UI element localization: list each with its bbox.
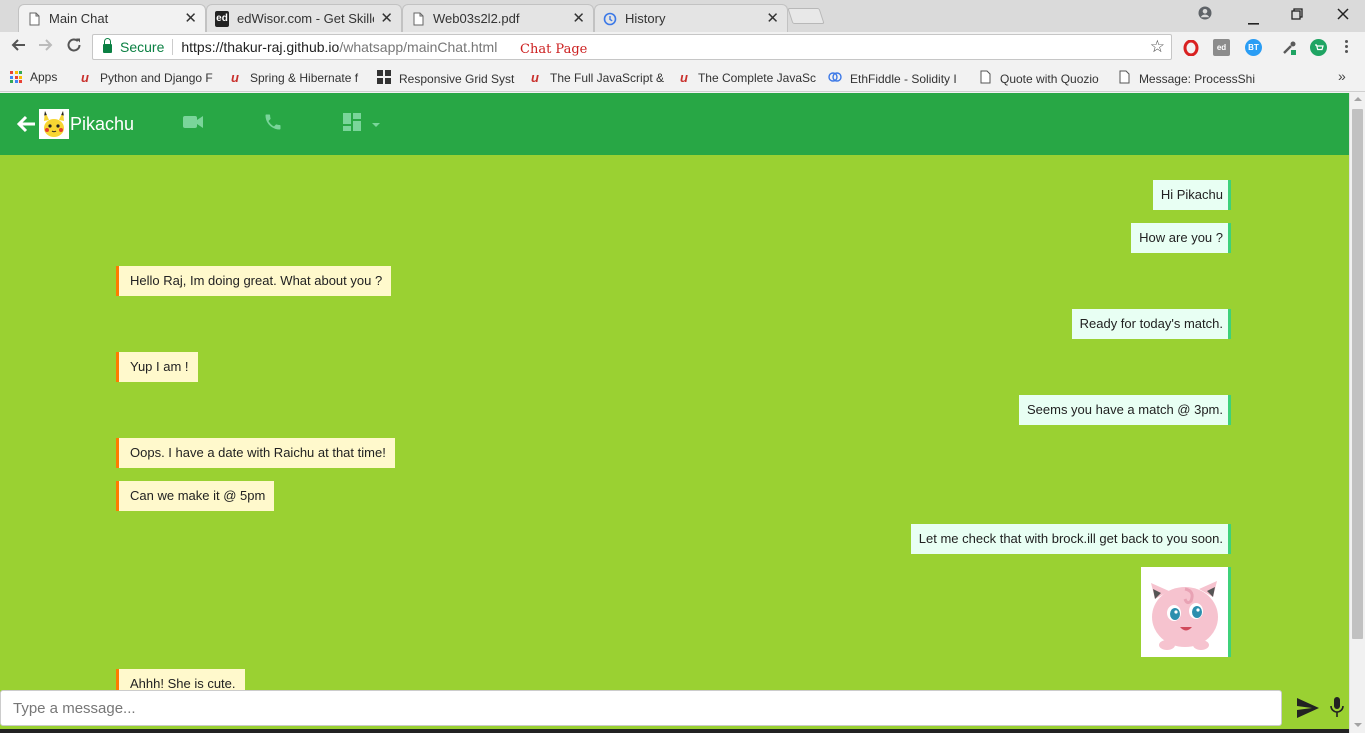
message-composer [0,690,1349,733]
browser-toolbar: Secure https://thakur-raj.github.io/what… [0,32,1365,63]
bookmarks-bar: Apps u Python and Django F u Spring & Hi… [0,63,1365,92]
chat-page: Pikachu Hi Pikachu How are you ? Hello R… [0,93,1349,733]
bookmark-label: EthFiddle - Solidity I [850,71,957,86]
close-tab-icon[interactable]: ✕ [184,11,197,26]
page-icon [411,11,425,27]
bookmark-python-django[interactable]: u Python and Django F [78,70,214,85]
bookmark-responsive-grid[interactable]: Responsive Grid Syst [377,70,515,87]
cart-ext-icon[interactable] [1310,39,1327,56]
microphone-icon[interactable] [1330,697,1344,724]
bookmark-label: Spring & Hibernate f [250,70,359,85]
url-host: https://thakur-raj.github.io [181,39,340,55]
bookmark-complete-javascript[interactable]: u The Complete JavaSc [678,70,816,85]
tab-edwisor[interactable]: ed edWisor.com - Get Skilled ✕ [206,4,402,32]
udemy-icon: u [81,70,89,85]
bookmark-label: The Full JavaScript & [550,70,665,85]
outgoing-message: Seems you have a match @ 3pm. [1018,395,1231,425]
browser-tab-strip: Main Chat ✕ ed edWisor.com - Get Skilled… [0,0,1365,32]
incoming-message: Hello Raj, Im doing great. What about yo… [116,266,392,296]
outgoing-message: How are you ? [1131,223,1231,253]
message-list: Hi Pikachu How are you ? Hello Raj, Im d… [0,155,1349,699]
scroll-thumb[interactable] [1352,109,1363,639]
apps-grid-icon [10,71,22,83]
contact-name: Pikachu [70,114,135,134]
tab-pdf[interactable]: Web03s2l2.pdf ✕ [402,4,594,32]
bookmark-label: Python and Django F [100,70,213,85]
page-icon [27,11,41,27]
bookmark-label: Apps [30,70,58,84]
restore-icon[interactable] [1291,7,1303,24]
back-arrow-icon[interactable] [15,113,39,135]
tab-title: History [625,11,666,26]
message-input[interactable] [0,690,1282,726]
secure-label: Secure [120,39,165,55]
page-icon [978,70,992,87]
back-icon[interactable] [10,37,26,58]
bookmark-label: The Complete JavaSc [697,70,816,85]
minimize-icon[interactable] [1248,12,1259,29]
tab-history[interactable]: History ✕ [594,4,788,32]
bookmark-star-icon[interactable]: ☆ [1150,37,1165,57]
udemy-icon: u [231,70,239,85]
tab-title: Web03s2l2.pdf [433,11,520,26]
ethfiddle-icon [828,70,842,87]
send-icon[interactable] [1297,698,1319,723]
incoming-message: Yup I am ! [116,352,198,382]
close-tab-icon[interactable]: ✕ [572,11,585,26]
jigglypuff-sticker[interactable] [1141,567,1231,657]
chat-header: Pikachu [0,93,1349,155]
tab-title: edWisor.com - Get Skilled [237,11,375,26]
edwisor-icon: ed [215,10,229,27]
new-tab-button[interactable] [787,8,825,24]
avatar[interactable] [39,109,69,139]
dashboard-dropdown-icon[interactable] [343,113,385,138]
forward-icon[interactable] [38,37,54,58]
phone-call-icon[interactable] [263,112,283,137]
video-call-icon[interactable] [183,115,204,134]
bt-ext-icon[interactable]: BT [1245,39,1262,56]
bookmark-label: Responsive Grid Syst [399,71,515,86]
divider [172,39,174,55]
close-window-icon[interactable] [1337,7,1349,24]
history-icon [603,11,617,27]
scroll-down-icon[interactable] [1354,723,1362,727]
url-path: /whatsapp/mainChat.html [339,39,498,55]
taskbar-edge [0,729,1349,733]
udemy-icon: u [531,70,539,85]
close-tab-icon[interactable]: ✕ [766,11,779,26]
bookmark-processship[interactable]: Message: ProcessShi [1119,70,1255,87]
outgoing-message: Let me check that with brock.ill get bac… [910,524,1231,554]
outgoing-message: Hi Pikachu [1152,180,1231,210]
chat-page-annotation: Chat Page [520,42,588,57]
eyedropper-ext-icon[interactable] [1280,39,1297,56]
udemy-icon: u [679,70,688,85]
incoming-message: Can we make it @ 5pm [116,481,275,511]
bookmark-label: Message: ProcessShi [1138,71,1255,86]
edwisor-ext-icon[interactable]: ed [1213,39,1230,56]
bookmark-quozio[interactable]: Quote with Quozio [978,70,1110,87]
tab-main-chat[interactable]: Main Chat ✕ [18,4,206,32]
bookmark-label: Quote with Quozio [1000,71,1099,86]
bookmarks-overflow-icon[interactable]: » [1338,68,1346,84]
tab-title: Main Chat [49,11,109,26]
page-icon [1119,70,1131,87]
grid-icon [377,70,391,87]
scroll-up-icon[interactable] [1354,97,1362,101]
bookmark-full-javascript[interactable]: u The Full JavaScript & [528,70,666,85]
menu-kebab-icon[interactable] [1345,40,1349,56]
bookmark-ethfiddle[interactable]: EthFiddle - Solidity I [828,70,968,87]
close-tab-icon[interactable]: ✕ [380,11,393,26]
opera-icon[interactable] [1182,39,1199,56]
reload-icon[interactable] [66,37,82,58]
address-bar[interactable]: Secure https://thakur-raj.github.io/what… [92,34,1172,60]
page-scrollbar[interactable] [1349,93,1365,733]
profile-icon[interactable] [1198,6,1212,24]
incoming-message: Oops. I have a date with Raichu at that … [116,438,395,468]
outgoing-message: Ready for today's match. [1071,309,1231,339]
lock-icon [103,37,112,53]
bookmark-spring-hibernate[interactable]: u Spring & Hibernate f [228,70,366,85]
bookmark-apps[interactable]: Apps [10,70,72,84]
